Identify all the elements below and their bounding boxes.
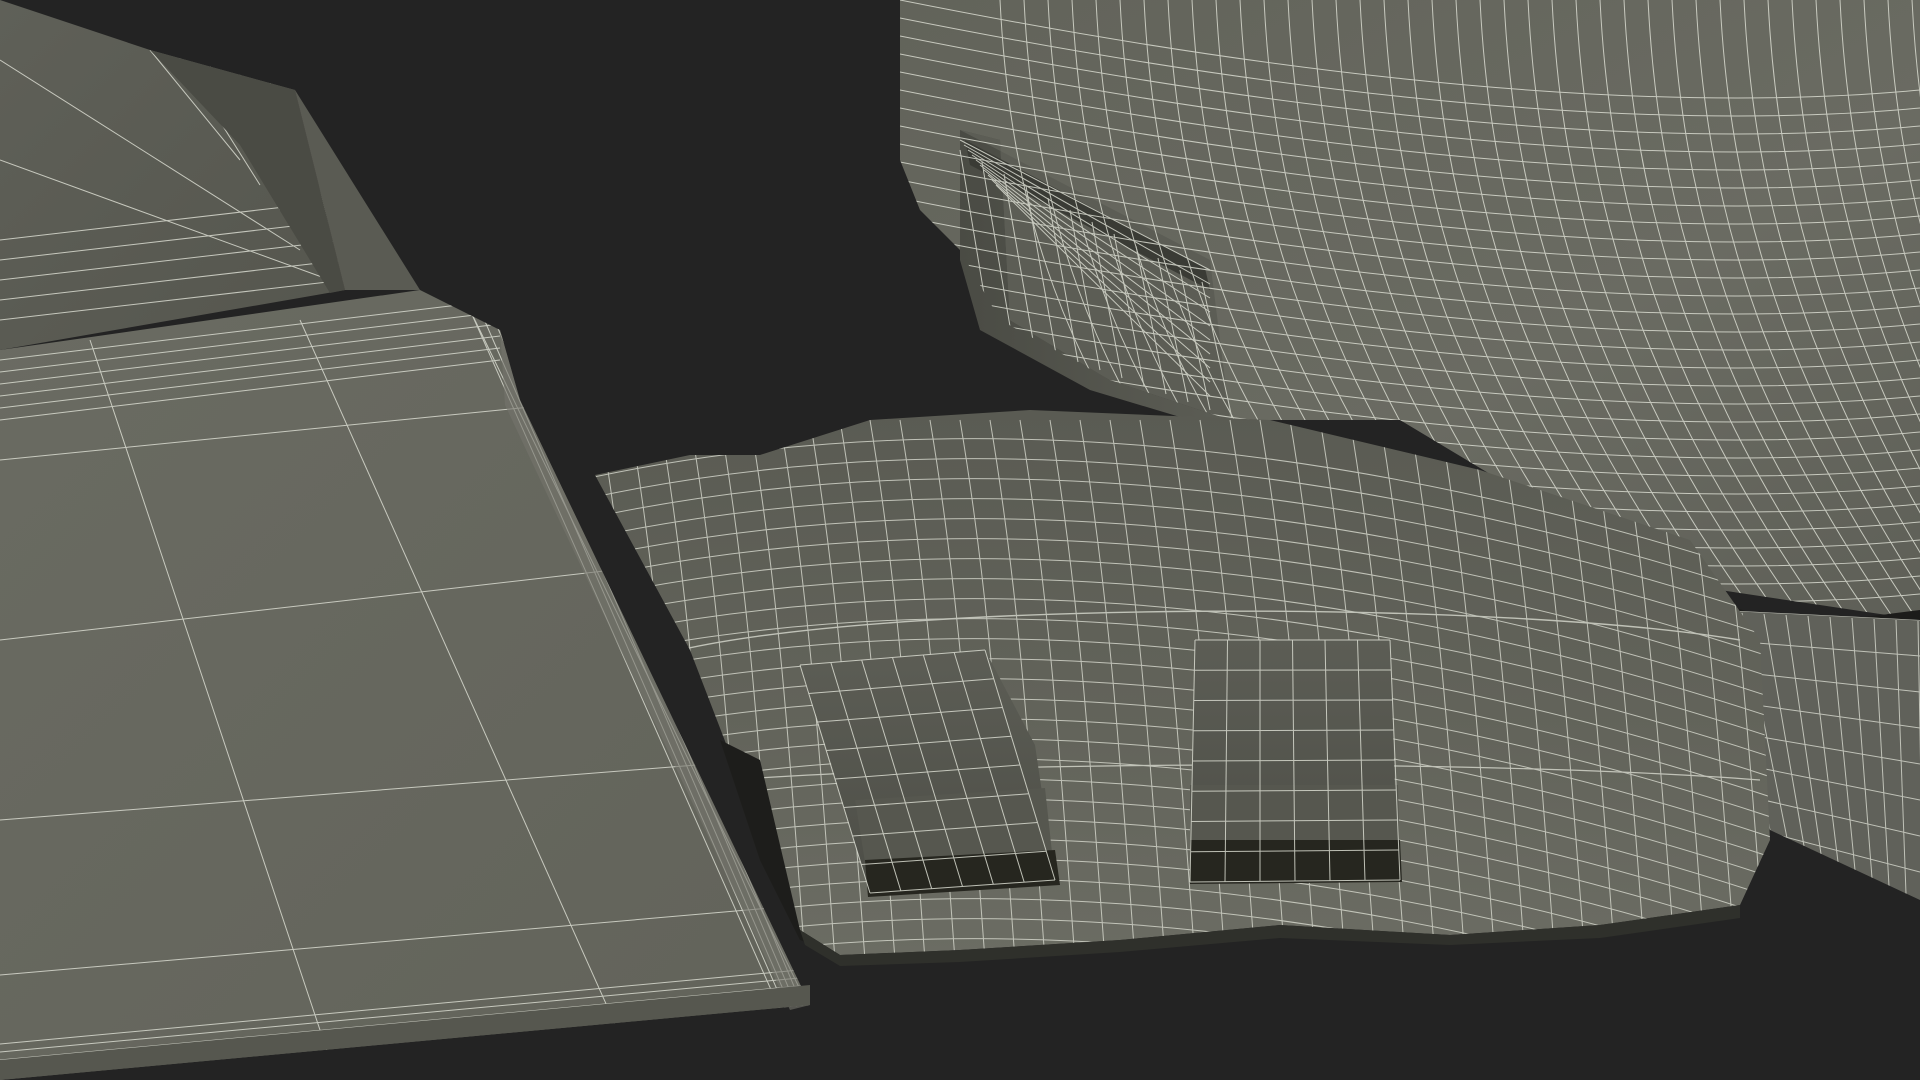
wireframe-render — [0, 0, 1920, 1080]
tab-right — [1189, 639, 1402, 884]
render-viewport — [0, 0, 1920, 1080]
